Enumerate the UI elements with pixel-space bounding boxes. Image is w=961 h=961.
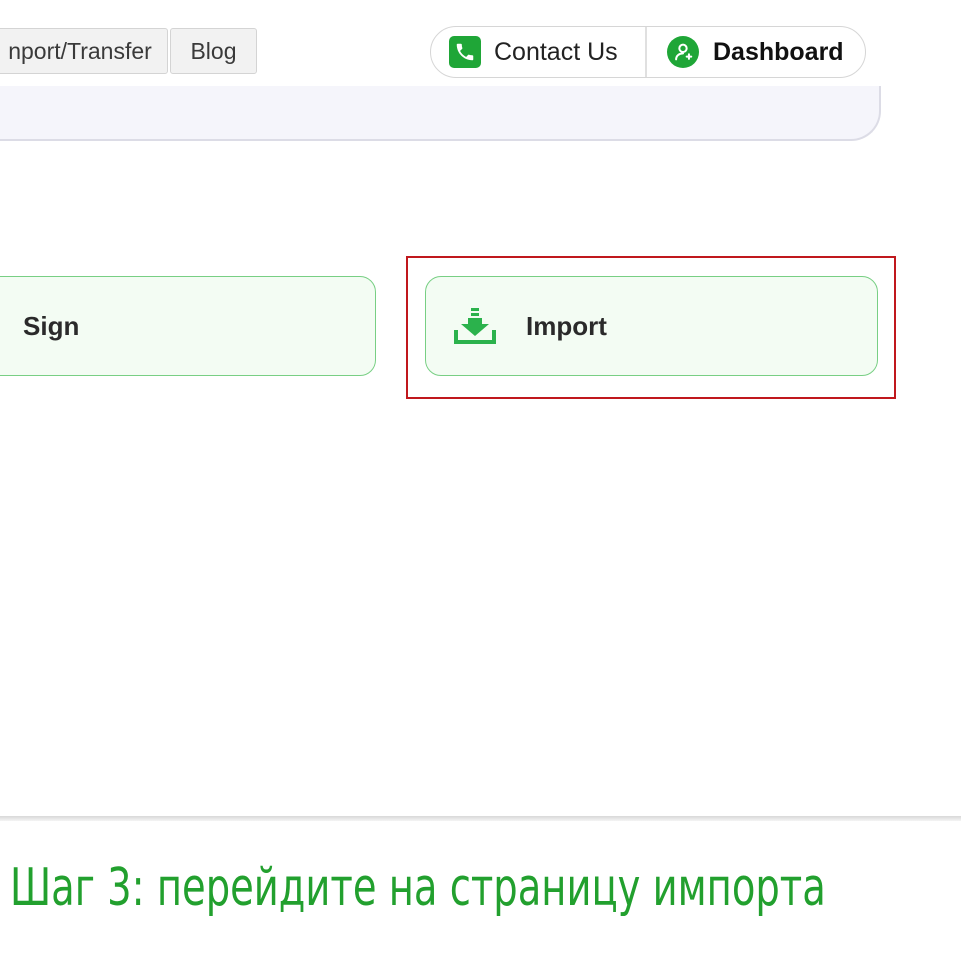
- contact-us-button[interactable]: Contact Us: [431, 27, 645, 77]
- step-caption: Шаг 3: перейдите на страницу импорта: [10, 858, 826, 918]
- dashboard-button[interactable]: Dashboard: [647, 27, 865, 77]
- header-action-group: Contact Us Dashboard: [430, 26, 866, 78]
- search-bar[interactable]: [0, 86, 881, 141]
- nav-blog-button[interactable]: Blog: [170, 28, 257, 74]
- caption-divider: [0, 816, 961, 821]
- dashboard-label: Dashboard: [713, 37, 844, 66]
- page: nport/Transfer Blog Contact Us Dashboard: [0, 0, 961, 961]
- sign-card-label: Sign: [23, 310, 80, 341]
- contact-us-label: Contact Us: [494, 37, 618, 66]
- nav-import-transfer-button[interactable]: nport/Transfer: [0, 28, 168, 74]
- highlight-frame: [406, 256, 896, 399]
- phone-icon: [449, 36, 481, 68]
- user-icon: [667, 36, 699, 68]
- nav-blog-label: Blog: [190, 37, 237, 64]
- nav-import-transfer-label: nport/Transfer: [8, 37, 152, 64]
- sign-card[interactable]: Sign: [0, 276, 376, 376]
